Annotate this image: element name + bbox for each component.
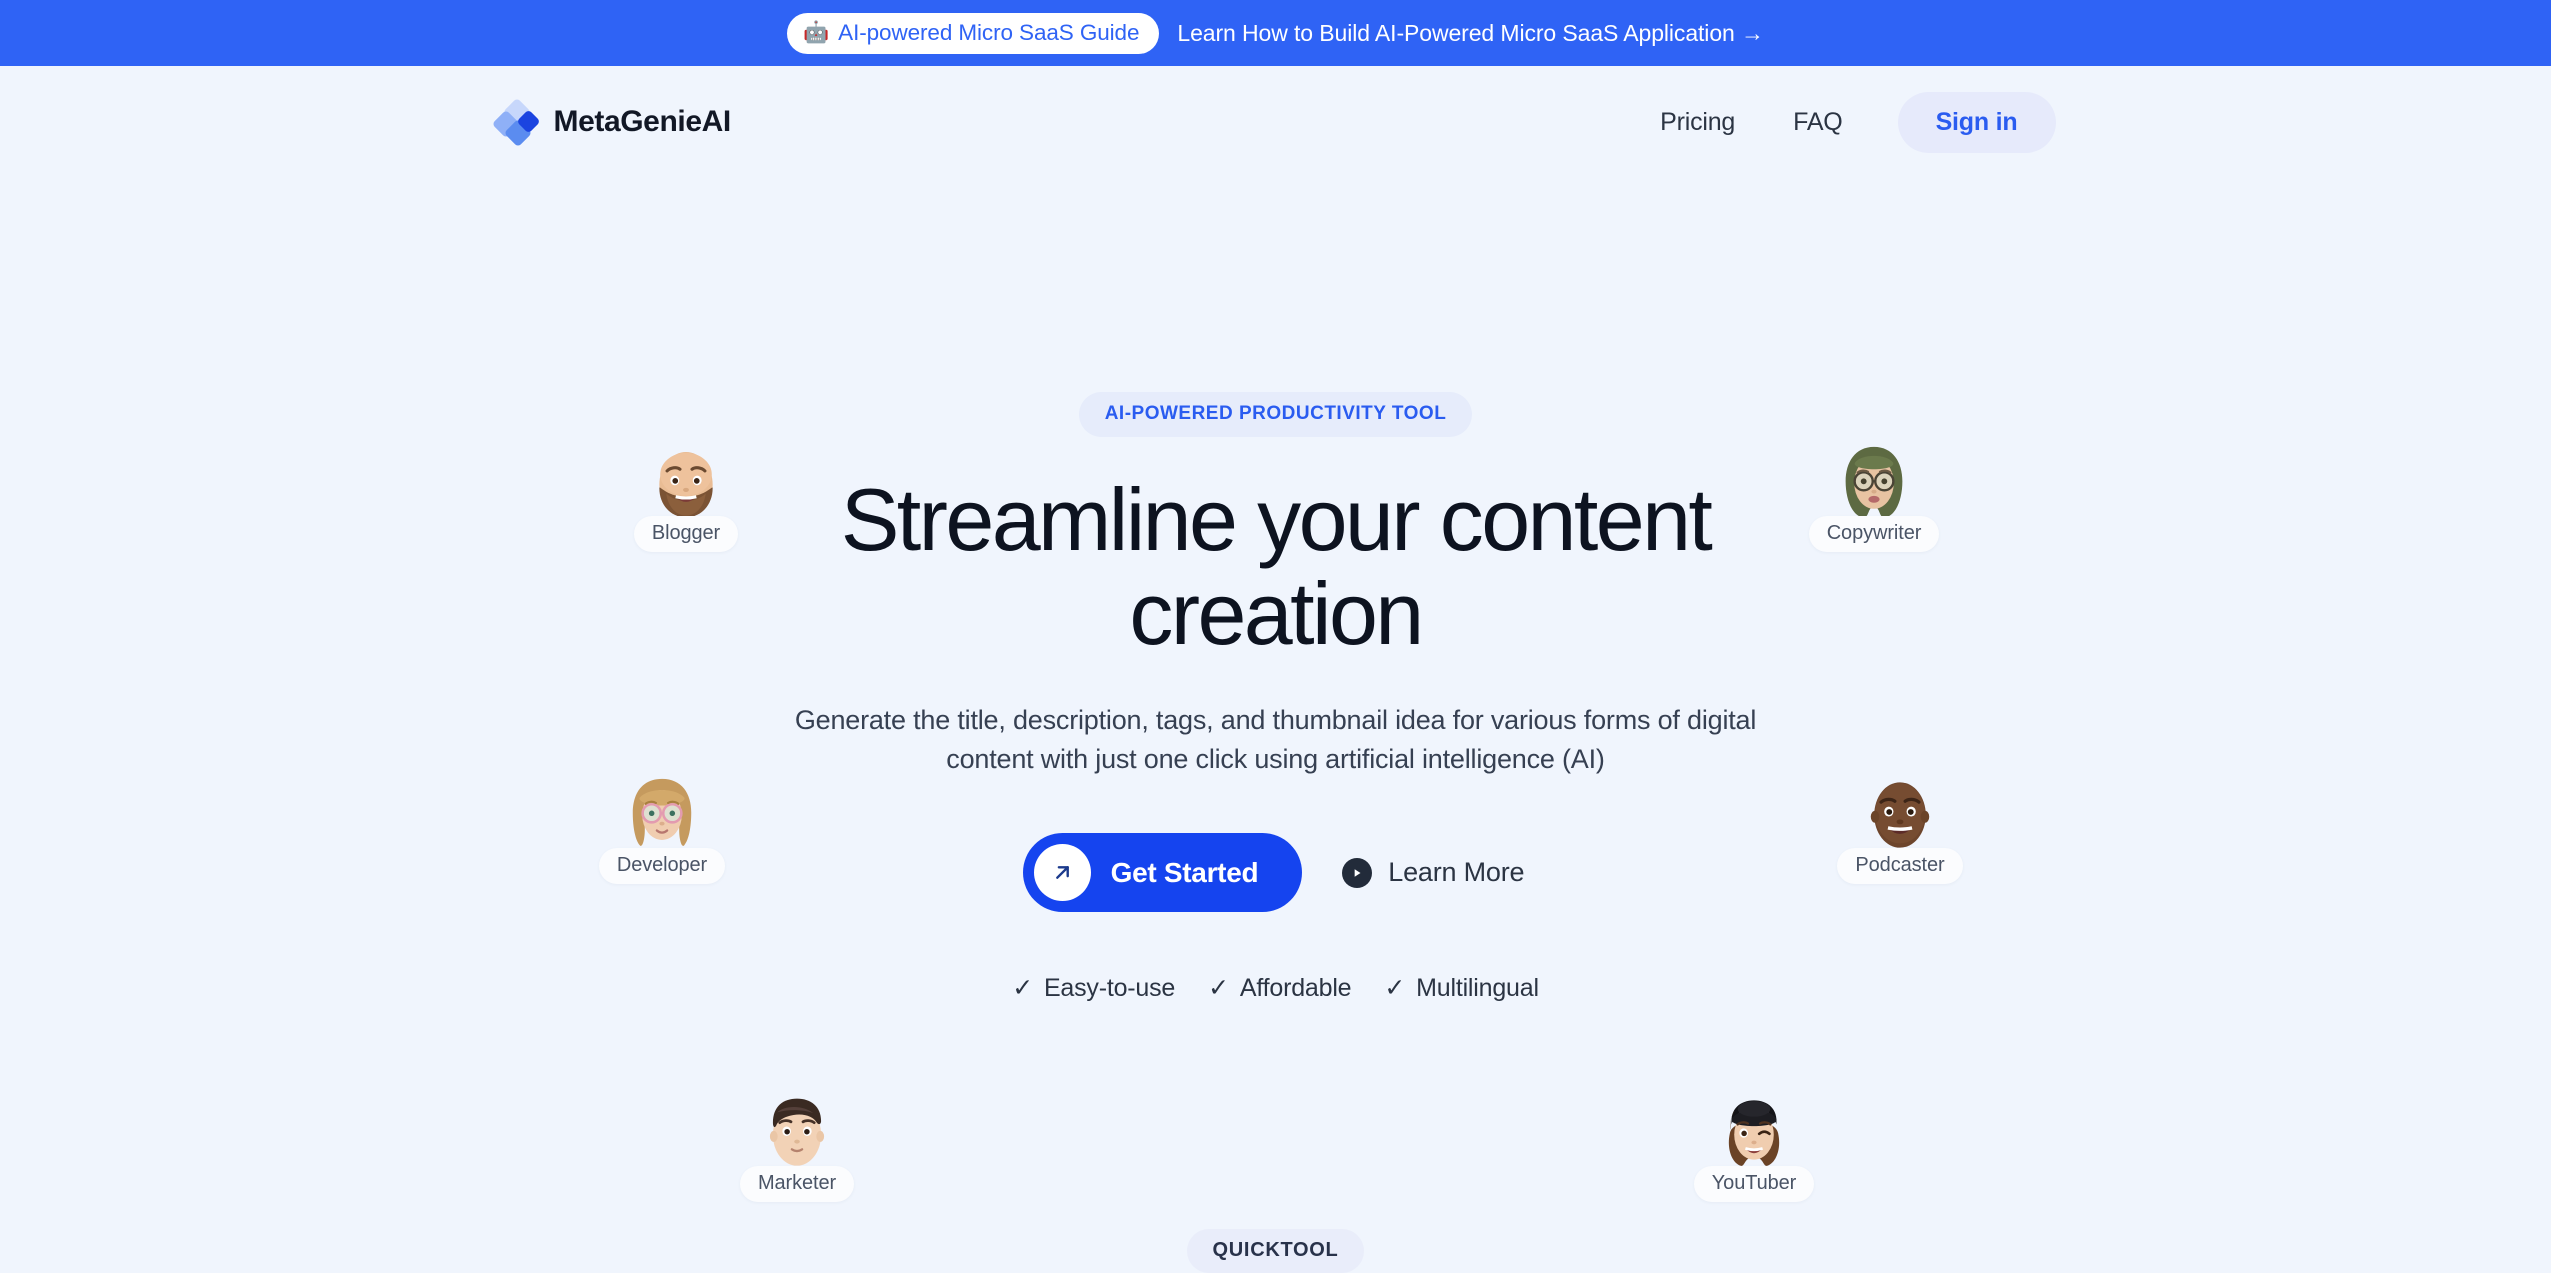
hero-feature-list: ✓ Easy-to-use ✓ Affordable ✓ Multilingua… — [1012, 974, 1539, 1003]
hero-content: AI-POWERED PRODUCTIVITY TOOL Streamline … — [676, 178, 1876, 1003]
robot-icon: 🤖 — [803, 21, 830, 44]
promo-banner-message[interactable]: Learn How to Build AI-Powered Micro SaaS… — [1177, 20, 1764, 47]
nav-link-faq[interactable]: FAQ — [1764, 108, 1871, 137]
feature-label: Easy-to-use — [1043, 974, 1176, 1003]
hero-cta-group: Get Started Learn More — [1022, 833, 1529, 913]
brand-logo[interactable]: MetaGenieAI — [491, 97, 732, 148]
feature-item-affordable: ✓ Affordable — [1208, 974, 1351, 1003]
check-icon: ✓ — [1208, 974, 1229, 1003]
feature-item-easy-to-use: ✓ Easy-to-use — [1012, 974, 1175, 1003]
avatar-chip-developer[interactable]: Developer — [592, 772, 732, 884]
avatar-label: Marketer — [739, 1166, 855, 1202]
quicktool-section: QUICKTOOL — [0, 1229, 2551, 1273]
avatar-blogger-icon — [643, 440, 729, 526]
promo-banner[interactable]: 🤖 AI-powered Micro SaaS Guide Learn How … — [0, 0, 2551, 66]
avatar-chip-marketer[interactable]: Marketer — [727, 1090, 867, 1202]
learn-more-label: Learn More — [1388, 857, 1525, 888]
hero-section: AI-POWERED PRODUCTIVITY TOOL Streamline … — [0, 178, 2551, 1273]
brand-name: MetaGenieAI — [553, 105, 732, 138]
quicktool-badge: QUICKTOOL — [1186, 1229, 1365, 1273]
avatar-developer-icon — [619, 772, 705, 858]
main-nav: Pricing FAQ Sign in — [1631, 91, 2056, 153]
get-started-button[interactable]: Get Started — [1022, 833, 1303, 913]
avatar-chip-blogger[interactable]: Blogger — [616, 440, 756, 552]
avatar-podcaster-icon — [1857, 772, 1943, 858]
hero-badge: AI-POWERED PRODUCTIVITY TOOL — [1078, 392, 1473, 437]
feature-label: Affordable — [1239, 974, 1352, 1003]
avatar-label: Copywriter — [1808, 516, 1940, 552]
page-title: Streamline your content creation — [840, 470, 1713, 664]
site-header: MetaGenieAI Pricing FAQ Sign in — [0, 66, 2551, 178]
avatar-label: YouTuber — [1693, 1166, 1815, 1202]
avatar-label: Developer — [598, 848, 726, 884]
arrow-up-right-icon — [1033, 844, 1091, 902]
avatar-chip-copywriter[interactable]: Copywriter — [1804, 440, 1944, 552]
avatar-marketer-icon — [754, 1090, 840, 1176]
sign-in-button[interactable]: Sign in — [1897, 91, 2056, 153]
check-icon: ✓ — [1012, 974, 1033, 1003]
avatar-label: Podcaster — [1837, 848, 1963, 884]
hero-subtitle: Generate the title, description, tags, a… — [794, 705, 1757, 775]
avatar-chip-youtuber[interactable]: YouTuber — [1684, 1090, 1824, 1202]
header-inner: MetaGenieAI Pricing FAQ Sign in — [491, 91, 2056, 153]
promo-pill-label: AI-powered Micro SaaS Guide — [838, 19, 1140, 45]
promo-pill[interactable]: 🤖 AI-powered Micro SaaS Guide — [787, 12, 1160, 54]
check-icon: ✓ — [1384, 974, 1406, 1003]
feature-item-multilingual: ✓ Multilingual — [1384, 974, 1539, 1003]
learn-more-button[interactable]: Learn More — [1338, 847, 1528, 898]
diamond-logo-icon — [491, 97, 541, 148]
avatar-chip-podcaster[interactable]: Podcaster — [1830, 772, 1970, 884]
avatar-copywriter-icon — [1831, 440, 1917, 526]
nav-link-pricing[interactable]: Pricing — [1631, 108, 1764, 137]
play-circle-icon — [1342, 857, 1373, 888]
promo-banner-content: 🤖 AI-powered Micro SaaS Guide Learn How … — [787, 12, 1764, 54]
feature-label: Multilingual — [1416, 974, 1539, 1003]
avatar-youtuber-icon — [1711, 1090, 1797, 1176]
get-started-label: Get Started — [1110, 856, 1259, 888]
avatar-label: Blogger — [633, 516, 739, 552]
